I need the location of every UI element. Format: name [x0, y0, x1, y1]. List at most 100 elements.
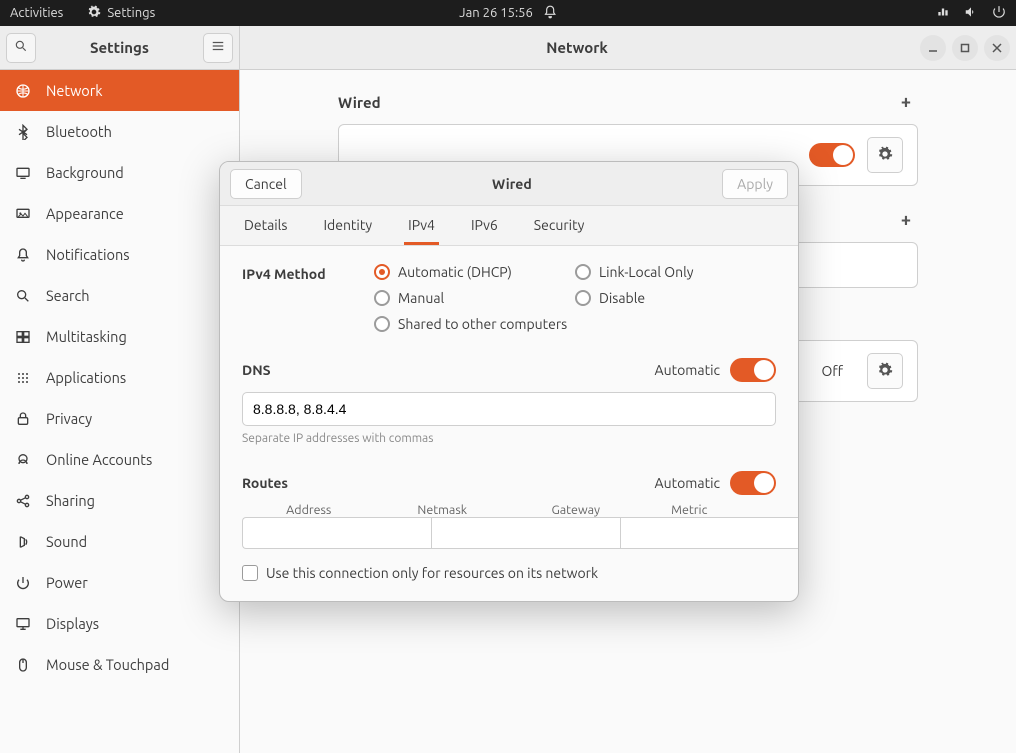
- sidebar-item-label: Privacy: [46, 410, 92, 427]
- search-icon: [14, 288, 32, 304]
- power-icon[interactable]: [992, 5, 1006, 22]
- col-metric: Metric: [643, 503, 736, 517]
- radio-manual[interactable]: Manual: [374, 290, 575, 306]
- radio-automatic-dhcp[interactable]: Automatic (DHCP): [374, 264, 575, 280]
- sidebar-item-label: Network: [46, 82, 103, 99]
- routes-auto-toggle[interactable]: [730, 471, 776, 495]
- sidebar-item-label: Bluetooth: [46, 123, 112, 140]
- settings-icon: [87, 5, 101, 22]
- routes-table: Address Netmask Gateway Metric: [242, 503, 776, 549]
- gear-icon: [877, 146, 893, 165]
- power-icon: [14, 575, 32, 591]
- sidebar-item-displays[interactable]: Displays: [0, 603, 239, 644]
- radio-icon: [374, 290, 390, 306]
- dialog-body: IPv4 Method Automatic (DHCP) Link-Local …: [220, 246, 798, 601]
- sidebar-item-label: Displays: [46, 615, 99, 632]
- notification-bell-icon[interactable]: [543, 5, 557, 22]
- appearance-icon: [14, 206, 32, 222]
- dns-auto-label: Automatic: [655, 362, 720, 378]
- sidebar-item-notifications[interactable]: Notifications: [0, 234, 239, 275]
- sidebar-item-label: Mouse & Touchpad: [46, 656, 169, 673]
- sidebar-item-bluetooth[interactable]: Bluetooth: [0, 111, 239, 152]
- sidebar-item-appearance[interactable]: Appearance: [0, 193, 239, 234]
- bluetooth-icon: [14, 124, 32, 140]
- sidebar-item-label: Online Accounts: [46, 451, 152, 468]
- wired-settings-button[interactable]: [867, 137, 903, 173]
- sidebar-item-label: Search: [46, 287, 90, 304]
- add-wired-button[interactable]: +: [894, 90, 918, 114]
- applications-icon: [14, 370, 32, 386]
- sharing-icon: [14, 493, 32, 509]
- sidebar-item-mouse-touchpad[interactable]: Mouse & Touchpad: [0, 644, 239, 685]
- radio-disable[interactable]: Disable: [575, 290, 776, 306]
- volume-icon[interactable]: [964, 5, 978, 22]
- dns-hint: Separate IP addresses with commas: [242, 432, 776, 445]
- route-row: [242, 517, 776, 549]
- dns-input[interactable]: [242, 392, 776, 426]
- window-close-button[interactable]: [984, 35, 1010, 61]
- network-status-icon[interactable]: [936, 5, 950, 22]
- search-button[interactable]: [6, 33, 36, 63]
- tab-ipv4[interactable]: IPv4: [404, 206, 439, 245]
- cancel-button[interactable]: Cancel: [230, 169, 302, 199]
- checkbox-icon: [242, 565, 258, 581]
- col-gateway: Gateway: [509, 503, 643, 517]
- sidebar-item-label: Sharing: [46, 492, 95, 509]
- proxy-status: Off: [809, 359, 855, 383]
- dialog-title: Wired: [302, 176, 722, 192]
- clock[interactable]: Jan 26 15:56: [459, 6, 533, 20]
- content-title: Network: [240, 39, 914, 56]
- tab-security[interactable]: Security: [530, 206, 589, 245]
- sidebar-item-background[interactable]: Background: [0, 152, 239, 193]
- sidebar-item-label: Notifications: [46, 246, 130, 263]
- gear-icon: [877, 362, 893, 381]
- add-vpn-button[interactable]: +: [894, 208, 918, 232]
- menu-icon: [211, 39, 225, 56]
- route-netmask-input[interactable]: [431, 517, 620, 549]
- app-menu[interactable]: Settings: [87, 5, 155, 22]
- radio-icon: [374, 316, 390, 332]
- sidebar-item-search[interactable]: Search: [0, 275, 239, 316]
- privacy-icon: [14, 411, 32, 427]
- dialog-header: Cancel Wired Apply: [220, 162, 798, 206]
- radio-label: Link-Local Only: [599, 264, 694, 280]
- radio-label: Shared to other computers: [398, 316, 567, 332]
- online-accounts-icon: [14, 452, 32, 468]
- sidebar-item-power[interactable]: Power: [0, 562, 239, 603]
- radio-shared[interactable]: Shared to other computers: [374, 316, 776, 332]
- sidebar-item-multitasking[interactable]: Multitasking: [0, 316, 239, 357]
- radio-label: Automatic (DHCP): [398, 264, 512, 280]
- sidebar-item-applications[interactable]: Applications ›: [0, 357, 239, 398]
- gnome-topbar: Activities Settings Jan 26 15:56: [0, 0, 1016, 26]
- col-address: Address: [242, 503, 376, 517]
- window-minimize-button[interactable]: [920, 35, 946, 61]
- displays-icon: [14, 616, 32, 632]
- tab-details[interactable]: Details: [240, 206, 291, 245]
- sidebar-item-privacy[interactable]: Privacy ›: [0, 398, 239, 439]
- minimize-icon: [928, 40, 938, 56]
- proxy-settings-button[interactable]: [867, 353, 903, 389]
- sidebar-item-network[interactable]: Network: [0, 70, 239, 111]
- route-gateway-input[interactable]: [620, 517, 799, 549]
- radio-link-local[interactable]: Link-Local Only: [575, 264, 776, 280]
- sidebar-item-sound[interactable]: Sound: [0, 521, 239, 562]
- radio-icon: [575, 264, 591, 280]
- radio-icon: [575, 290, 591, 306]
- apply-button[interactable]: Apply: [722, 169, 788, 199]
- tab-ipv6[interactable]: IPv6: [467, 206, 502, 245]
- dns-auto-toggle[interactable]: [730, 358, 776, 382]
- headerbar: Settings Network: [0, 26, 1016, 70]
- window-maximize-button[interactable]: [952, 35, 978, 61]
- wired-toggle[interactable]: [809, 143, 855, 167]
- close-icon: [992, 40, 1002, 56]
- route-address-input[interactable]: [242, 517, 431, 549]
- only-resources-checkbox[interactable]: Use this connection only for resources o…: [242, 565, 776, 581]
- sidebar-item-label: Sound: [46, 533, 87, 550]
- background-icon: [14, 165, 32, 181]
- sidebar-item-sharing[interactable]: Sharing: [0, 480, 239, 521]
- tab-identity[interactable]: Identity: [319, 206, 376, 245]
- activities-button[interactable]: Activities: [10, 6, 63, 20]
- hamburger-button[interactable]: [203, 33, 233, 63]
- sidebar-item-label: Appearance: [46, 205, 124, 222]
- sidebar-item-online-accounts[interactable]: Online Accounts: [0, 439, 239, 480]
